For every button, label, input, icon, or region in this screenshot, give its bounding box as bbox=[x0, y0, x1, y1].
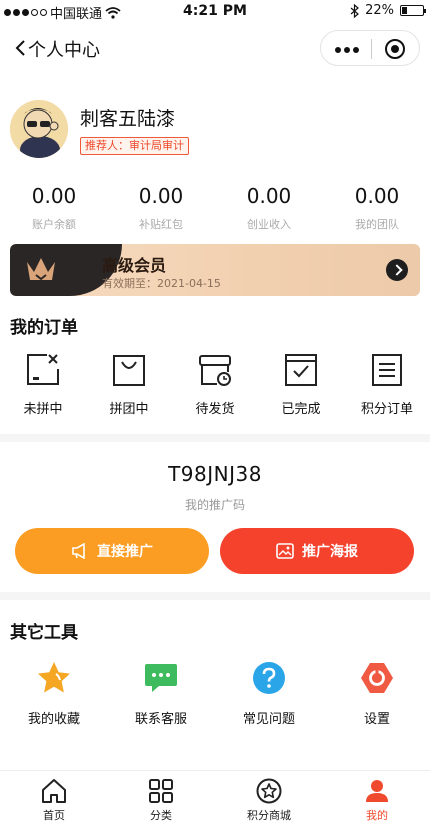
order-label: 未拼中 bbox=[23, 402, 63, 417]
avatar[interactable] bbox=[10, 100, 68, 158]
points-mall-icon bbox=[256, 778, 282, 804]
stat-red-packet[interactable]: 0.00 补贴红包 bbox=[107, 184, 215, 232]
stat-balance[interactable]: 0.00 账户余额 bbox=[0, 184, 108, 232]
section-divider bbox=[0, 592, 430, 600]
page-title: 个人中心 bbox=[28, 40, 100, 61]
vip-title: 高级会员 bbox=[102, 256, 167, 275]
battery-icon bbox=[400, 5, 426, 16]
order-item-pending-shipment[interactable]: 待发货 bbox=[172, 352, 258, 417]
order-item-grouping[interactable]: 拼团中 bbox=[86, 352, 172, 417]
tab-profile[interactable]: 我的 bbox=[323, 777, 430, 823]
order-label: 已完成 bbox=[281, 402, 321, 417]
tool-settings[interactable]: 设置 bbox=[323, 660, 430, 727]
tool-faq[interactable]: 常见问题 bbox=[215, 660, 323, 727]
tab-label: 首页 bbox=[43, 809, 65, 822]
nav-bar: 个人中心 bbox=[0, 26, 430, 70]
image-icon bbox=[276, 543, 294, 559]
chevron-right-icon[interactable] bbox=[386, 259, 408, 281]
order-label: 拼团中 bbox=[109, 402, 149, 417]
stat-value: 0.00 bbox=[31, 184, 77, 208]
mini-program-capsule bbox=[320, 30, 420, 66]
avatar-image bbox=[10, 100, 68, 158]
capsule-divider bbox=[371, 39, 372, 59]
tool-favorites[interactable]: 我的收藏 bbox=[0, 660, 108, 727]
check-icon bbox=[285, 354, 317, 386]
promo-poster-button[interactable]: 推广海报 bbox=[220, 528, 414, 574]
unmatched-icon bbox=[27, 354, 59, 385]
order-item-completed[interactable]: 已完成 bbox=[258, 352, 344, 417]
promo-code: T98JNJ38 bbox=[168, 462, 262, 486]
section-divider bbox=[0, 434, 430, 442]
stat-label: 补贴红包 bbox=[139, 218, 183, 231]
user-name: 刺客五陆漆 bbox=[80, 108, 176, 130]
stat-value: 0.00 bbox=[246, 184, 292, 208]
tool-label: 我的收藏 bbox=[27, 712, 80, 727]
stat-value: 0.00 bbox=[354, 184, 400, 208]
chat-icon bbox=[145, 664, 177, 692]
tools-section-title: 其它工具 bbox=[10, 623, 78, 643]
status-bar: 中国联通 4:21 PM 22% bbox=[0, 0, 430, 22]
tab-home[interactable]: 首页 bbox=[0, 777, 108, 823]
stat-value: 0.00 bbox=[138, 184, 184, 208]
category-icon bbox=[149, 779, 173, 803]
bluetooth-icon bbox=[350, 3, 360, 18]
direct-promote-button[interactable]: 直接推广 bbox=[15, 528, 209, 574]
tab-label: 我的 bbox=[366, 809, 388, 822]
bag-icon bbox=[113, 355, 145, 386]
more-icon[interactable] bbox=[335, 47, 359, 53]
stat-label: 我的团队 bbox=[355, 218, 399, 231]
help-icon bbox=[253, 662, 285, 694]
account-stats: 0.00 账户余额 0.00 补贴红包 0.00 创业收入 0.00 我的团队 bbox=[0, 184, 430, 234]
order-label: 待发货 bbox=[195, 402, 235, 417]
promo-poster-label: 推广海报 bbox=[302, 544, 358, 560]
referrer-badge: 推荐人：审计局审计 bbox=[80, 137, 189, 155]
star-icon bbox=[38, 662, 70, 693]
tab-bar: 首页 分类 积分商城 我的 bbox=[0, 770, 430, 827]
promo-code-label: 我的推广码 bbox=[184, 498, 245, 512]
tool-label: 联系客服 bbox=[134, 712, 187, 727]
stat-income[interactable]: 0.00 创业收入 bbox=[215, 184, 323, 232]
battery-info: 22% bbox=[350, 3, 426, 18]
tab-points-mall[interactable]: 积分商城 bbox=[215, 777, 323, 823]
order-item-points[interactable]: 积分订单 bbox=[344, 352, 430, 417]
tool-label: 设置 bbox=[363, 712, 390, 727]
stat-label: 账户余额 bbox=[32, 218, 76, 231]
order-item-unmatched[interactable]: 未拼中 bbox=[0, 352, 86, 417]
tool-customer-service[interactable]: 联系客服 bbox=[107, 660, 215, 727]
profile-icon bbox=[366, 780, 388, 802]
stat-label: 创业收入 bbox=[247, 218, 291, 231]
stat-team[interactable]: 0.00 我的团队 bbox=[323, 184, 430, 232]
crown-icon bbox=[27, 258, 55, 281]
megaphone-icon bbox=[72, 543, 85, 559]
tools-grid: 我的收藏 联系客服 常见问题 设置 bbox=[0, 660, 430, 730]
order-shortcuts: 未拼中 拼团中 待发货 已完成 积分订单 bbox=[0, 352, 430, 422]
battery-percent: 22% bbox=[365, 3, 394, 18]
vip-expire-date: 有效期至：2021-04-15 bbox=[102, 277, 221, 290]
tool-label: 常见问题 bbox=[242, 712, 295, 727]
orders-section-title: 我的订单 bbox=[10, 318, 78, 338]
close-icon[interactable] bbox=[385, 39, 405, 59]
list-icon bbox=[372, 354, 402, 386]
home-icon bbox=[42, 779, 66, 803]
tab-category[interactable]: 分类 bbox=[107, 777, 215, 823]
order-label: 积分订单 bbox=[360, 402, 413, 417]
direct-promote-label: 直接推广 bbox=[97, 544, 153, 560]
vip-card[interactable]: 高级会员 有效期至：2021-04-15 bbox=[10, 244, 420, 296]
settings-icon bbox=[361, 663, 393, 693]
shipping-icon bbox=[199, 355, 231, 386]
tab-label: 积分商城 bbox=[247, 809, 291, 822]
tab-label: 分类 bbox=[150, 809, 172, 822]
